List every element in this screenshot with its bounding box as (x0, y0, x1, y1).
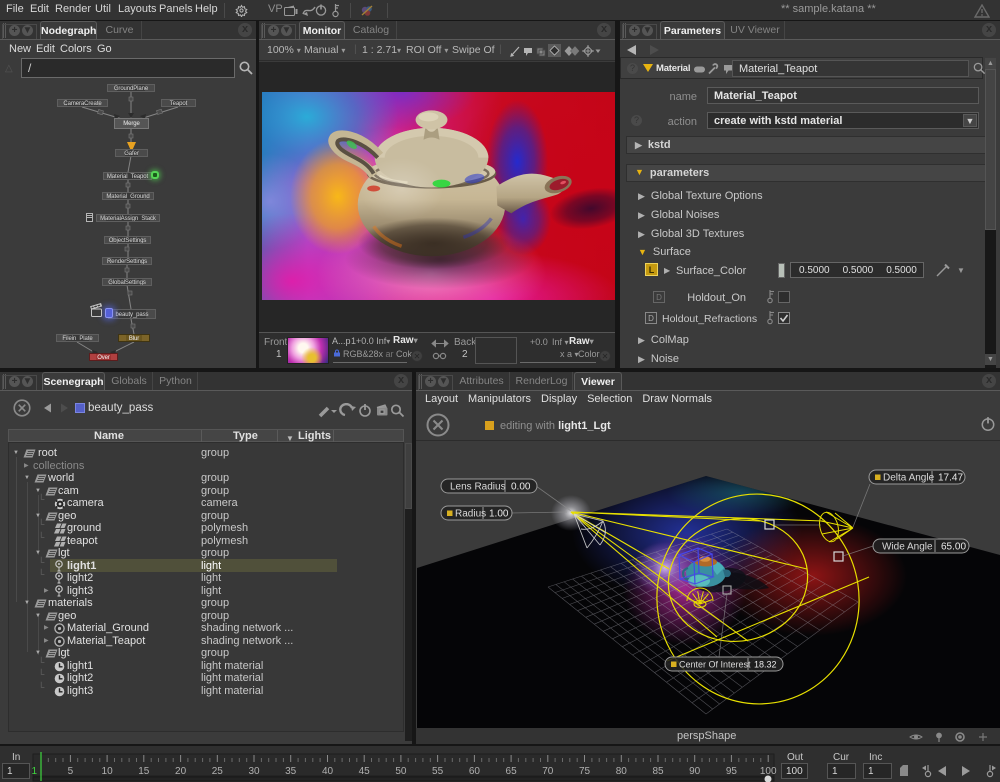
svg-text:75: 75 (579, 766, 591, 777)
svg-text:20: 20 (175, 766, 187, 777)
svg-text:60: 60 (469, 766, 481, 777)
svg-text:Radius: Radius (455, 509, 486, 520)
svg-text:Lens Radius: Lens Radius (450, 482, 506, 493)
svg-text:1.00: 1.00 (489, 509, 509, 520)
svg-text:95: 95 (726, 766, 738, 777)
svg-text:0.00: 0.00 (511, 482, 531, 493)
svg-text:17.47: 17.47 (938, 473, 963, 484)
svg-text:55: 55 (432, 766, 444, 777)
svg-text:65: 65 (506, 766, 518, 777)
svg-text:70: 70 (542, 766, 554, 777)
svg-text:Delta Angle: Delta Angle (883, 473, 935, 484)
svg-text:18.32: 18.32 (754, 660, 777, 670)
svg-text:30: 30 (248, 766, 260, 777)
svg-text:35: 35 (285, 766, 297, 777)
svg-text:1: 1 (31, 766, 37, 777)
svg-text:Center Of Interest: Center Of Interest (679, 660, 751, 670)
svg-text:90: 90 (689, 766, 701, 777)
svg-text:40: 40 (322, 766, 334, 777)
svg-text:5: 5 (68, 766, 74, 777)
svg-text:15: 15 (138, 766, 150, 777)
svg-text:45: 45 (359, 766, 371, 777)
svg-text:50: 50 (395, 766, 407, 777)
svg-text:10: 10 (102, 766, 114, 777)
svg-text:Wide Angle: Wide Angle (882, 542, 933, 553)
svg-text:85: 85 (652, 766, 664, 777)
svg-text:25: 25 (212, 766, 224, 777)
svg-text:80: 80 (616, 766, 628, 777)
svg-text:65.00: 65.00 (941, 542, 966, 553)
svg-text:100: 100 (760, 766, 777, 777)
